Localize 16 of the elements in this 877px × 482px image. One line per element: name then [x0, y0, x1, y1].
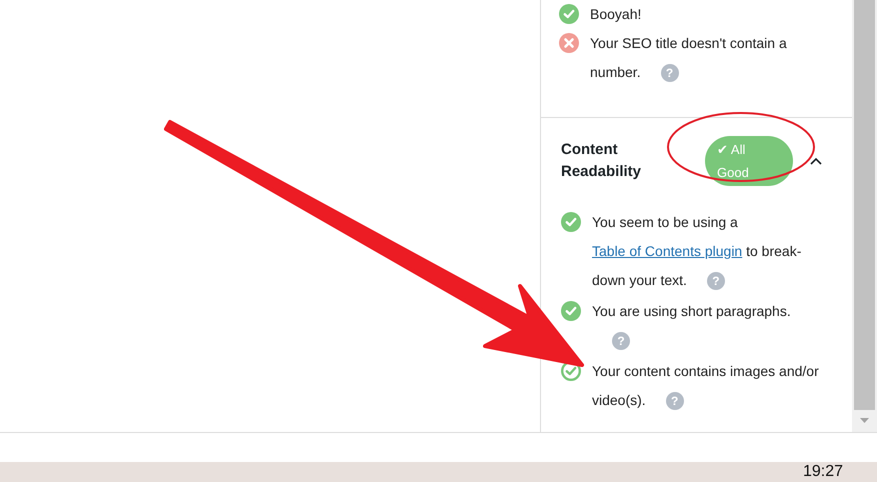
- help-icon[interactable]: ?: [660, 64, 679, 82]
- check-result: Booyah!: [590, 5, 642, 24]
- caret-icon: [809, 156, 823, 166]
- plugin-link[interactable]: Table of Contents plugin: [592, 243, 742, 259]
- check-result: Your SEO title doesn't contain a number. ?: [590, 34, 788, 84]
- scrollbar-thumb[interactable]: [854, 0, 875, 410]
- scrollbar[interactable]: [852, 0, 877, 432]
- help-icon[interactable]: ?: [612, 332, 630, 350]
- section-title: Content Readability: [561, 140, 642, 182]
- check-result: You seem to be using a Table of Contents plugin to break-down your text. ?: [592, 213, 802, 292]
- help-icon[interactable]: ?: [666, 392, 684, 410]
- check-result: You are using short paragraphs. ?: [592, 302, 792, 352]
- check-result: Your content contains images and/or video(s). ?: [592, 362, 820, 412]
- help-icon[interactable]: ?: [706, 272, 725, 290]
- clock: 19:27: [802, 462, 843, 482]
- status-badge: ✔ All Good: [705, 136, 793, 186]
